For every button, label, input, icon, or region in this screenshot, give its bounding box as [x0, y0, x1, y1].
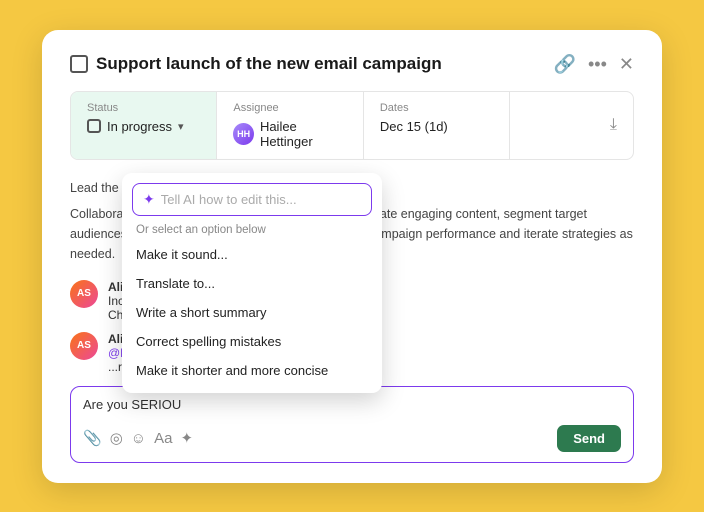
dates-value: Dec 15 (1d) — [380, 119, 493, 134]
card-header: Support launch of the new email campaign… — [70, 54, 634, 75]
ai-option-2[interactable]: Translate to... — [122, 269, 382, 298]
ai-star-icon: ✦ — [143, 191, 155, 208]
ai-input-placeholder: Tell AI how to edit this... — [161, 192, 297, 207]
status-text: In progress — [107, 119, 172, 134]
compose-text-start: Are you SERIOU — [83, 397, 181, 412]
link-icon[interactable]: 🔗 — [554, 54, 576, 75]
ai-option-5[interactable]: Make it shorter and more concise — [122, 356, 382, 385]
more-icon[interactable]: ••• — [588, 54, 607, 75]
assignee-label: Assignee — [233, 102, 346, 114]
avatar-alice2: AS — [70, 332, 98, 360]
task-card: Support launch of the new email campaign… — [42, 30, 662, 483]
header-actions: 🔗 ••• ✕ — [554, 54, 634, 75]
status-value: In progress ▾ — [87, 119, 200, 134]
ai-option-1[interactable]: Make it sound... — [122, 240, 382, 269]
emoji-icon[interactable]: ☺ — [131, 430, 146, 447]
status-label: Status — [87, 102, 200, 114]
send-button[interactable]: Send — [557, 425, 621, 452]
ai-section-label: Or select an option below — [122, 224, 382, 236]
compose-box[interactable]: Are you SERIOU 📎 ◎ ☺ Aa ✦ Send — [70, 386, 634, 463]
dates-cell[interactable]: Dates Dec 15 (1d) — [364, 92, 510, 159]
assignee-cell[interactable]: Assignee HH Hailee Hettinger — [217, 92, 363, 159]
expand-icon: ⤓ — [610, 116, 617, 134]
assignee-avatar: HH — [233, 123, 254, 145]
attach-icon[interactable]: 📎 — [83, 429, 102, 447]
status-chevron-icon: ▾ — [178, 120, 184, 133]
toolbar-icons: 📎 ◎ ☺ Aa ✦ — [83, 429, 193, 447]
ai-input-row[interactable]: ✦ Tell AI how to edit this... — [132, 183, 372, 216]
compose-input[interactable]: Are you SERIOU — [83, 397, 621, 417]
status-cell[interactable]: Status In progress ▾ — [71, 92, 217, 159]
expand-cell[interactable]: ⤓ — [510, 92, 633, 159]
assignee-value: HH Hailee Hettinger — [233, 119, 346, 149]
close-icon[interactable]: ✕ — [619, 54, 634, 75]
assignee-name: Hailee Hettinger — [260, 119, 347, 149]
ai-option-4[interactable]: Correct spelling mistakes — [122, 327, 382, 356]
task-type-icon — [70, 55, 88, 73]
sparkle-icon[interactable]: ✦ — [180, 429, 193, 447]
gif-icon[interactable]: ◎ — [110, 429, 123, 447]
text-format-icon[interactable]: Aa — [154, 430, 172, 447]
meta-row: Status In progress ▾ Assignee HH Hailee … — [70, 91, 634, 160]
ai-dropdown: ✦ Tell AI how to edit this... Or select … — [122, 173, 382, 393]
card-title-text: Support launch of the new email campaign — [96, 54, 442, 74]
card-title: Support launch of the new email campaign — [70, 54, 442, 74]
dates-label: Dates — [380, 102, 493, 114]
compose-toolbar: 📎 ◎ ☺ Aa ✦ Send — [83, 425, 621, 452]
avatar-alice1: AS — [70, 280, 98, 308]
dates-text: Dec 15 (1d) — [380, 119, 448, 134]
ai-option-3[interactable]: Write a short summary — [122, 298, 382, 327]
status-checkbox — [87, 119, 101, 133]
